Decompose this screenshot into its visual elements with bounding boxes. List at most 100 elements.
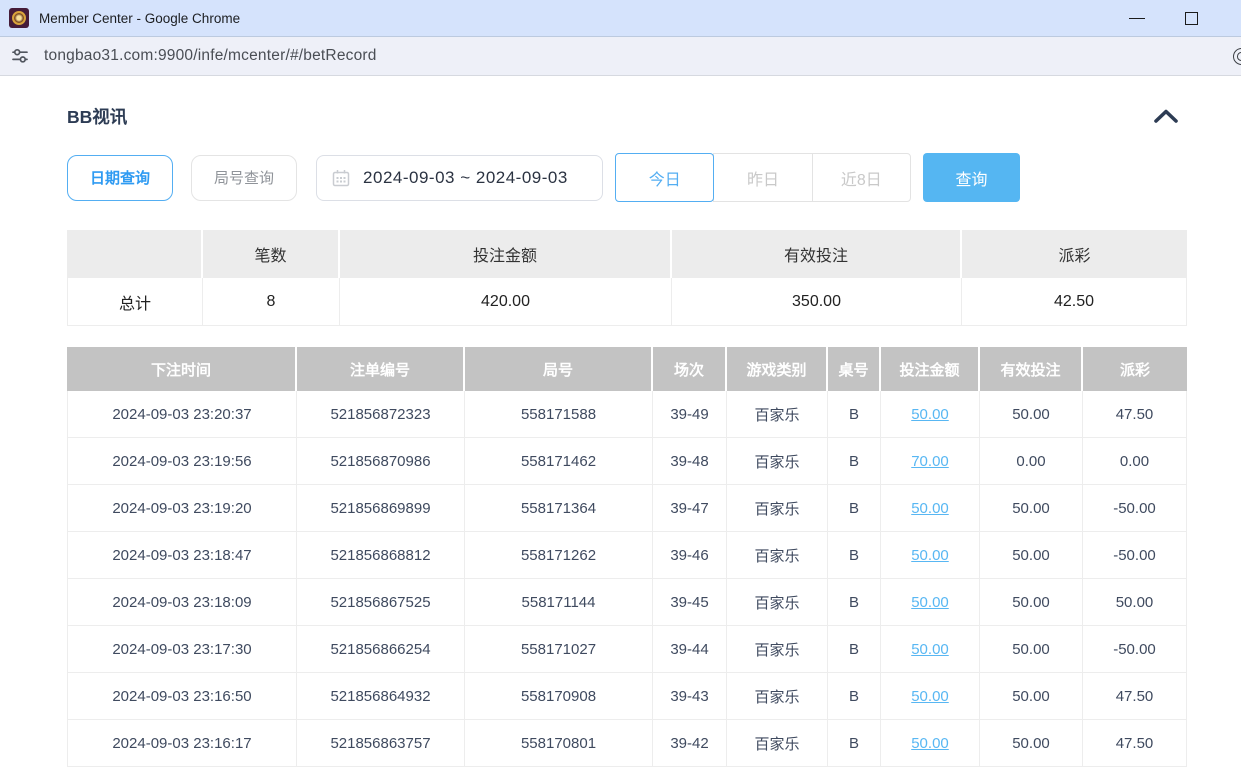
valid-bet-cell: 50.00: [980, 720, 1083, 767]
window-titlebar: Member Center - Google Chrome: [0, 0, 1241, 37]
session-cell: 39-44: [653, 626, 727, 673]
summary-valid-bet-value: 350.00: [672, 278, 962, 326]
table-number-cell: B: [828, 438, 881, 485]
table-row: 2024-09-03 23:19:20521856869899558171364…: [67, 485, 1187, 532]
summary-header-valid-bet: 有效投注: [672, 230, 962, 278]
maximize-button[interactable]: [1183, 11, 1199, 27]
chevron-up-icon[interactable]: [1153, 108, 1179, 124]
valid-bet-cell: 50.00: [980, 485, 1083, 532]
window-controls: [1129, 0, 1199, 37]
bet-amount-cell: 70.00: [881, 438, 980, 485]
bet-amount-link[interactable]: 50.00: [911, 688, 949, 705]
table-row: 2024-09-03 23:17:30521856866254558171027…: [67, 626, 1187, 673]
payout-cell: 50.00: [1083, 579, 1187, 626]
summary-header-bet-amount: 投注金额: [340, 230, 672, 278]
bet-amount-link[interactable]: 50.00: [911, 641, 949, 658]
header-table-number: 桌号: [828, 347, 881, 391]
table-row: 2024-09-03 23:18:47521856868812558171262…: [67, 532, 1187, 579]
table-number-cell: B: [828, 532, 881, 579]
summary-header-row: 笔数 投注金额 有效投注 派彩: [67, 230, 1187, 278]
bet-time-cell: 2024-09-03 23:18:47: [67, 532, 297, 579]
valid-bet-cell: 0.00: [980, 438, 1083, 485]
bet-record-page: BB视讯 日期查询 局号查询 2024-09-03 ~ 2024-09-03: [0, 76, 1241, 767]
date-range-value[interactable]: 2024-09-03 ~ 2024-09-03: [363, 168, 568, 188]
payout-cell: -50.00: [1083, 485, 1187, 532]
order-number-cell: 521856864932: [297, 673, 465, 720]
game-type-cell: 百家乐: [727, 673, 828, 720]
round-number-cell: 558171262: [465, 532, 653, 579]
payout-cell: -50.00: [1083, 626, 1187, 673]
table-row: 2024-09-03 23:18:09521856867525558171144…: [67, 579, 1187, 626]
bet-amount-link[interactable]: 70.00: [911, 453, 949, 470]
summary-header-count: 笔数: [203, 230, 340, 278]
bet-amount-link[interactable]: 50.00: [911, 500, 949, 517]
valid-bet-cell: 50.00: [980, 532, 1083, 579]
session-cell: 39-42: [653, 720, 727, 767]
summary-table: 笔数 投注金额 有效投注 派彩 总计 8 420.00 350.00 42.50: [67, 230, 1187, 326]
bet-amount-cell: 50.00: [881, 673, 980, 720]
minimize-button[interactable]: [1129, 11, 1145, 27]
last-8-days-button[interactable]: 近8日: [812, 153, 911, 202]
table-row: 2024-09-03 23:16:50521856864932558170908…: [67, 673, 1187, 720]
header-game-type: 游戏类别: [727, 347, 828, 391]
page-title: BB视讯: [67, 104, 127, 129]
bet-amount-cell: 50.00: [881, 391, 980, 438]
bet-amount-link[interactable]: 50.00: [911, 547, 949, 564]
round-number-cell: 558171144: [465, 579, 653, 626]
header-round-number: 局号: [465, 347, 653, 391]
header-bet-time: 下注时间: [67, 347, 297, 391]
search-button[interactable]: 查询: [923, 153, 1020, 202]
session-cell: 39-49: [653, 391, 727, 438]
quick-range-group: 今日 昨日 近8日: [615, 153, 911, 202]
bet-amount-link[interactable]: 50.00: [911, 406, 949, 423]
summary-bet-amount-value: 420.00: [340, 278, 672, 326]
window-title: Member Center - Google Chrome: [39, 11, 240, 26]
bet-time-cell: 2024-09-03 23:18:09: [67, 579, 297, 626]
header-bet-amount: 投注金额: [881, 347, 980, 391]
game-type-cell: 百家乐: [727, 626, 828, 673]
round-number-cell: 558171027: [465, 626, 653, 673]
order-number-cell: 521856872323: [297, 391, 465, 438]
round-number-cell: 558170908: [465, 673, 653, 720]
date-range-input[interactable]: 2024-09-03 ~ 2024-09-03: [316, 155, 603, 201]
address-bar[interactable]: tongbao31.com:9900/infe/mcenter/#/betRec…: [0, 37, 1241, 76]
payout-cell: 0.00: [1083, 438, 1187, 485]
bet-time-cell: 2024-09-03 23:16:17: [67, 720, 297, 767]
tune-icon[interactable]: [10, 46, 30, 66]
round-number-cell: 558171462: [465, 438, 653, 485]
header-valid-bet: 有效投注: [980, 347, 1083, 391]
date-query-tab[interactable]: 日期查询: [67, 155, 173, 201]
summary-header-blank: [67, 230, 203, 278]
bet-amount-link[interactable]: 50.00: [911, 735, 949, 752]
bet-time-cell: 2024-09-03 23:19:56: [67, 438, 297, 485]
calendar-icon: [332, 169, 350, 187]
order-number-cell: 521856867525: [297, 579, 465, 626]
order-number-cell: 521856870986: [297, 438, 465, 485]
table-number-cell: B: [828, 391, 881, 438]
summary-header-payout: 派彩: [962, 230, 1187, 278]
payout-cell: 47.50: [1083, 391, 1187, 438]
game-type-cell: 百家乐: [727, 720, 828, 767]
today-button[interactable]: 今日: [615, 153, 714, 202]
payout-cell: 47.50: [1083, 720, 1187, 767]
header-session: 场次: [653, 347, 727, 391]
maximize-icon: [1185, 12, 1198, 25]
round-query-tab[interactable]: 局号查询: [191, 155, 297, 201]
table-number-cell: B: [828, 673, 881, 720]
section-header: BB视讯: [67, 104, 1187, 128]
bet-amount-cell: 50.00: [881, 720, 980, 767]
session-cell: 39-48: [653, 438, 727, 485]
bet-record-table: 下注时间 注单编号 局号 场次 游戏类别 桌号 投注金额 有效投注 派彩 202…: [67, 347, 1187, 767]
table-number-cell: B: [828, 485, 881, 532]
bet-amount-cell: 50.00: [881, 626, 980, 673]
order-number-cell: 521856868812: [297, 532, 465, 579]
yesterday-button[interactable]: 昨日: [713, 153, 812, 202]
game-type-cell: 百家乐: [727, 532, 828, 579]
summary-payout-value: 42.50: [962, 278, 1187, 326]
bet-amount-cell: 50.00: [881, 532, 980, 579]
bet-amount-link[interactable]: 50.00: [911, 594, 949, 611]
order-number-cell: 521856869899: [297, 485, 465, 532]
valid-bet-cell: 50.00: [980, 579, 1083, 626]
url-text[interactable]: tongbao31.com:9900/infe/mcenter/#/betRec…: [44, 47, 377, 65]
summary-total-row: 总计 8 420.00 350.00 42.50: [67, 278, 1187, 326]
